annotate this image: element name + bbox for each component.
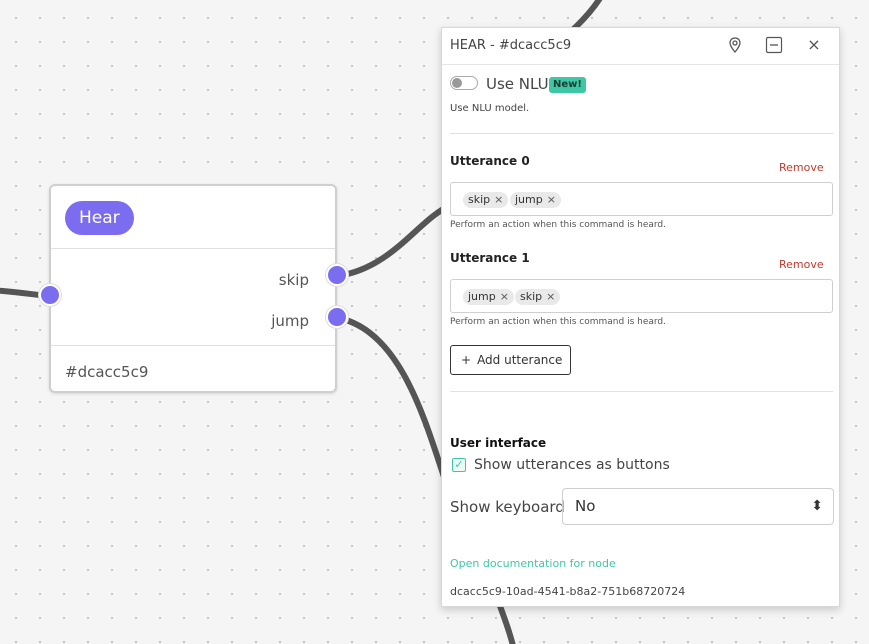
tag-remove-icon[interactable]: × xyxy=(546,290,555,303)
nlu-label: Use NLU xyxy=(486,75,549,93)
keyboard-label: Show keyboard xyxy=(450,498,565,516)
output-label-skip: skip xyxy=(278,271,309,289)
utterance-1-tag-input[interactable]: jump × skip × xyxy=(450,279,833,313)
output-port-skip[interactable] xyxy=(326,264,348,286)
close-icon[interactable]: × xyxy=(805,36,823,54)
utterance-1-hint: Perform an action when this command is h… xyxy=(450,317,666,327)
wire-bottom xyxy=(497,603,516,644)
utterance-0-label: Utterance 0 xyxy=(450,154,530,168)
select-arrows-icon: ⬍ xyxy=(811,498,823,514)
tag: skip × xyxy=(515,289,561,305)
keyboard-select[interactable]: No ⬍ xyxy=(562,488,834,525)
show-buttons-label: Show utterances as buttons xyxy=(474,457,670,473)
panel-header: HEAR - #dcacc5c9 × xyxy=(442,28,839,65)
new-badge: New! xyxy=(549,77,586,93)
tag-remove-icon[interactable]: × xyxy=(500,290,509,303)
node-outputs: skip jump xyxy=(51,249,335,346)
wire-skip xyxy=(335,205,448,279)
tag-remove-icon[interactable]: × xyxy=(494,193,503,206)
divider xyxy=(450,391,833,392)
add-utterance-label: Add utterance xyxy=(477,353,563,367)
user-interface-heading: User interface xyxy=(450,436,547,450)
documentation-link[interactable]: Open documentation for node xyxy=(450,557,616,570)
utterance-0-hint: Perform an action when this command is h… xyxy=(450,220,666,230)
input-port[interactable] xyxy=(39,284,61,306)
panel-title: HEAR - #dcacc5c9 xyxy=(450,38,572,53)
node-header: Hear xyxy=(51,186,335,249)
divider xyxy=(450,133,833,134)
node-type-badge: Hear xyxy=(65,201,134,235)
minimize-icon[interactable] xyxy=(765,36,783,54)
tag-remove-icon[interactable]: × xyxy=(547,193,556,206)
location-pin-icon[interactable] xyxy=(726,36,744,54)
tag: jump × xyxy=(510,192,561,208)
utterance-1-remove-button[interactable]: Remove xyxy=(779,258,824,271)
node-uuid: dcacc5c9-10ad-4541-b8a2-751b68720724 xyxy=(450,585,686,598)
nlu-description: Use NLU model. xyxy=(450,103,530,114)
add-utterance-button[interactable]: + Add utterance xyxy=(450,345,571,375)
tag: jump × xyxy=(463,289,514,305)
output-label-jump: jump xyxy=(271,312,309,330)
plus-icon: + xyxy=(461,353,472,367)
node-id-label: #dcacc5c9 xyxy=(65,363,149,381)
output-port-jump[interactable] xyxy=(326,306,348,328)
show-buttons-checkbox[interactable]: ✓ xyxy=(452,458,466,472)
utterance-0-remove-button[interactable]: Remove xyxy=(779,161,824,174)
keyboard-select-value: No xyxy=(575,497,596,515)
node-properties-panel: HEAR - #dcacc5c9 × Use NLU New! Use NLU … xyxy=(441,27,840,607)
wire-jump xyxy=(335,315,448,483)
utterance-0-tag-input[interactable]: skip × jump × xyxy=(450,182,833,216)
hear-node[interactable]: Hear skip jump #dcacc5c9 xyxy=(49,184,337,393)
utterance-1-label: Utterance 1 xyxy=(450,251,530,265)
nlu-toggle[interactable] xyxy=(450,76,478,90)
tag: skip × xyxy=(463,192,509,208)
